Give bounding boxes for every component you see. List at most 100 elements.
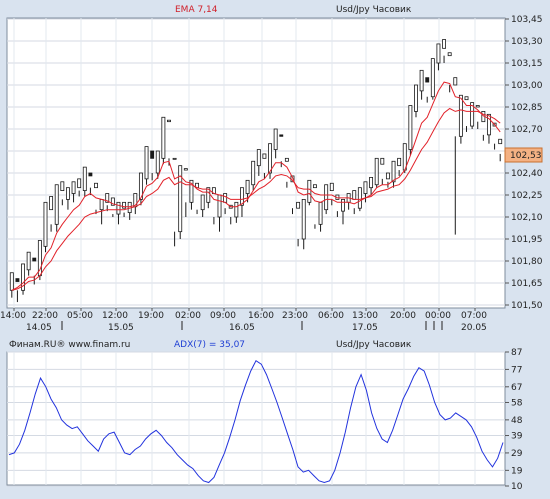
adx-source-label: Финам.RU® www.finam.ru xyxy=(9,340,130,350)
price-y-tick-label: 102,85 xyxy=(511,103,543,113)
price-y-tick-label: 103,15 xyxy=(511,59,543,69)
candle-body-up xyxy=(296,201,301,209)
candle-body-down xyxy=(279,134,284,137)
candle-body-up xyxy=(49,196,54,211)
x-date-label: 14.05 xyxy=(26,323,52,333)
candle-body-up xyxy=(352,190,357,200)
adx-y-tick-label: 39 xyxy=(511,432,523,442)
candle-body-up xyxy=(284,157,289,162)
candle xyxy=(144,146,149,185)
candle-body-up xyxy=(385,172,390,180)
x-time-label: 16:00 xyxy=(248,311,274,321)
candle xyxy=(374,157,379,188)
x-time-label: 14:00 xyxy=(0,311,26,321)
candle-body-down xyxy=(15,278,20,282)
x-time-label: 13:00 xyxy=(352,311,378,321)
candle-body-up xyxy=(273,128,278,150)
candle-body-up xyxy=(464,96,469,101)
candle-body-up xyxy=(99,198,104,211)
x-date-label: 17.05 xyxy=(352,323,378,333)
price-plot-area xyxy=(6,17,506,309)
candle-body-up xyxy=(318,201,323,225)
candle xyxy=(54,184,59,232)
candle-body-up xyxy=(223,193,228,203)
price-y-tick-label: 103,45 xyxy=(511,15,543,25)
candle-body-up xyxy=(414,84,418,112)
adx-y-axis: 87 77 67 58 48 39 29 19 10 xyxy=(511,348,523,492)
adx-y-tick-label: 67 xyxy=(511,383,522,393)
price-instrument-label: Usd/Jpy Часовик xyxy=(336,5,412,15)
adx-y-tick-label: 29 xyxy=(511,449,523,459)
candle xyxy=(458,94,463,144)
price-y-tick-label: 102,10 xyxy=(511,213,543,223)
x-time-label: 19:00 xyxy=(138,311,164,321)
x-date-label: 15.05 xyxy=(108,323,134,333)
candle-body-up xyxy=(256,149,261,167)
candle-body-up xyxy=(374,157,379,186)
candle-body-up xyxy=(453,77,458,86)
x-time-label: 22:00 xyxy=(32,311,58,321)
x-time-label: 23:00 xyxy=(282,311,308,321)
candle-body-up xyxy=(307,179,312,203)
x-time-label: 00:00 xyxy=(425,311,451,321)
candle-body-up xyxy=(26,251,31,271)
candle-body-up xyxy=(183,168,188,171)
candle-body-up xyxy=(357,187,362,209)
candle-body-up xyxy=(442,39,447,49)
candle-body-up xyxy=(144,146,149,180)
candle-body-up xyxy=(94,182,98,189)
price-y-tick-label: 103,30 xyxy=(511,37,543,47)
candle-body-up xyxy=(167,119,171,123)
candle-body-up xyxy=(77,178,82,189)
x-time-label: 09:00 xyxy=(210,311,236,321)
candle-body-up xyxy=(380,157,385,165)
candle-body-up xyxy=(436,43,441,64)
adx-y-tick-label: 48 xyxy=(511,416,523,426)
adx-y-tick-label: 87 xyxy=(511,348,522,358)
candle-body-down xyxy=(150,150,155,159)
x-axis: 14:00 22:00 05:00 12:00 19:00 02:00 09:00 16:00… xyxy=(0,308,487,333)
candle xyxy=(43,201,48,253)
adx-y-tick-label: 58 xyxy=(511,398,523,408)
price-y-tick-label: 101,65 xyxy=(511,279,543,289)
candle-body-up xyxy=(447,52,452,57)
adx-y-tick-label: 77 xyxy=(511,365,522,375)
candle-body-up xyxy=(458,94,463,137)
candle-body-up xyxy=(82,166,87,191)
price-y-tick-label: 101,95 xyxy=(511,235,543,245)
candle-body-up xyxy=(172,157,177,160)
candle xyxy=(430,58,435,100)
price-y-tick-label: 101,80 xyxy=(511,257,543,267)
candle-body-up xyxy=(122,201,127,209)
candle-body-up xyxy=(487,113,491,136)
candle-body-up xyxy=(391,160,396,183)
chart-svg: EMA 7,14 Usd/Jpy Часовик Финам.RU® www.f… xyxy=(0,5,543,492)
candle-body-up xyxy=(475,105,480,108)
candle-body-up xyxy=(341,198,345,212)
candle-body-up xyxy=(60,181,65,192)
candle-body-up xyxy=(262,153,267,159)
price-indicator-label: EMA 7,14 xyxy=(175,5,218,15)
adx-y-tick-label: 19 xyxy=(511,466,523,476)
x-time-label: 05:00 xyxy=(67,311,93,321)
price-y-axis: 103,45 103,30 103,15 103,00 102,85 102,70 102,… xyxy=(511,15,543,311)
candle xyxy=(408,105,413,156)
candle-body-down xyxy=(88,172,93,177)
candle-body-up xyxy=(397,157,402,167)
candle-body-up xyxy=(54,184,59,225)
candle-body-up xyxy=(301,198,306,240)
candle-body-up xyxy=(363,181,368,194)
candle-body-up xyxy=(419,69,424,92)
x-time-label: 20:00 xyxy=(390,311,416,321)
candle-body-up xyxy=(234,201,239,218)
x-date-label: 20.05 xyxy=(461,323,487,333)
adx-instrument-label: Usd/Jpy Часовик xyxy=(336,340,412,350)
x-time-label: 07:00 xyxy=(461,311,487,321)
candle-body-up xyxy=(268,143,272,174)
x-date-label: 16.05 xyxy=(229,323,255,333)
price-y-tick-label: 102,25 xyxy=(511,191,543,201)
candle-body-up xyxy=(430,58,435,98)
candle-body-up xyxy=(9,272,14,291)
candle-body-up xyxy=(329,182,334,191)
candle-body-up xyxy=(65,187,70,200)
